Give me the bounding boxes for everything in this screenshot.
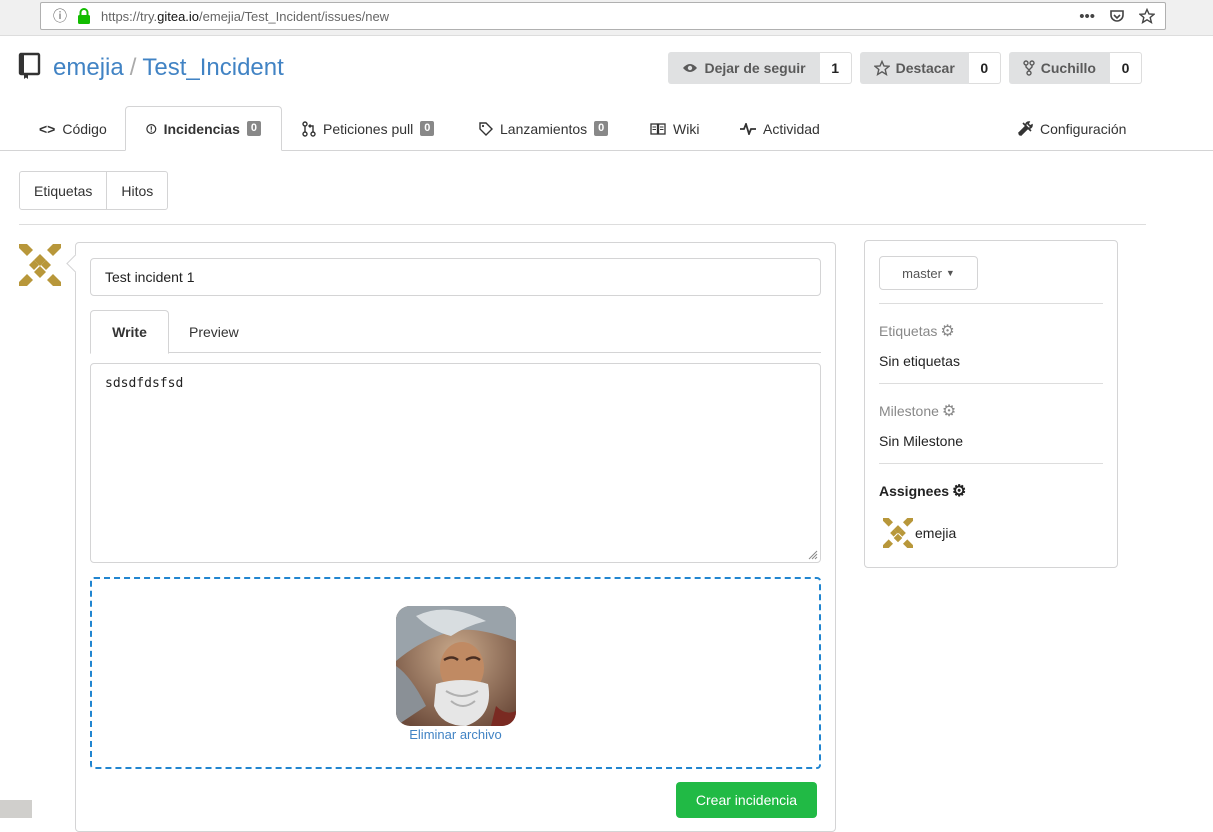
sidebar-divider — [879, 463, 1103, 464]
labels-value: Sin etiquetas — [879, 353, 960, 369]
star-count[interactable]: 0 — [968, 52, 1001, 84]
book-icon — [650, 122, 666, 135]
tab-code-label: Código — [62, 120, 107, 137]
watch-count[interactable]: 1 — [819, 52, 852, 84]
lock-icon — [78, 8, 90, 24]
pull-request-icon — [302, 120, 316, 137]
attachment-thumbnail[interactable] — [396, 606, 516, 726]
issues-count-badge: 0 — [246, 121, 261, 136]
preview-tab[interactable]: Preview — [189, 310, 239, 353]
user-avatar — [19, 244, 61, 286]
issue-body-textarea[interactable]: sdsdfdsfsd — [90, 363, 821, 563]
issue-title-input[interactable] — [90, 258, 821, 296]
pulse-icon — [740, 122, 756, 135]
labels-heading[interactable]: Etiquetas ⚙ — [879, 321, 955, 341]
milestone-value: Sin Milestone — [879, 433, 964, 449]
corner-block — [0, 800, 32, 818]
address-bar[interactable]: ⓘ https://try.gitea.io/emejia/Test_Incid… — [40, 2, 1166, 30]
assignees-heading-text: Assignees — [879, 483, 950, 499]
gear-icon[interactable]: ⚙ — [952, 481, 966, 501]
create-issue-button[interactable]: Crear incidencia — [676, 782, 817, 818]
milestones-button[interactable]: Hitos — [106, 172, 167, 209]
assignee-avatar — [883, 518, 913, 548]
tab-wiki[interactable]: Wiki — [650, 106, 699, 151]
tab-settings[interactable]: Configuración — [1017, 106, 1126, 151]
resize-handle-icon[interactable] — [806, 548, 818, 560]
star-button[interactable]: Destacar 0 — [859, 52, 1001, 84]
repo-tabs: <> Código Incidencias 0 Peticiones pull … — [0, 106, 1213, 151]
watch-button[interactable]: Dejar de seguir 1 — [668, 52, 852, 84]
milestone-heading[interactable]: Milestone ⚙ — [879, 401, 956, 421]
assignees-heading[interactable]: Assignees ⚙ — [879, 481, 966, 501]
branch-selector[interactable]: master ▼ — [879, 256, 978, 290]
repo-title-separator: / — [129, 54, 137, 81]
star-label: Destacar — [895, 60, 955, 76]
tag-icon — [479, 121, 493, 136]
eye-icon — [683, 64, 698, 72]
tab-wiki-label: Wiki — [673, 120, 700, 137]
tools-icon — [1017, 120, 1033, 136]
section-divider — [19, 224, 1146, 225]
new-issue-form: Write Preview sdsdfdsfsd Eliminar archiv… — [75, 242, 836, 832]
remove-file-link[interactable]: Eliminar archivo — [92, 727, 819, 742]
repo-owner-link[interactable]: emejia — [53, 54, 124, 81]
attachment-dropzone[interactable]: Eliminar archivo — [90, 577, 821, 769]
page-actions-icon[interactable]: ••• — [1079, 8, 1095, 25]
assignee-item[interactable]: emejia — [883, 518, 956, 548]
tab-releases[interactable]: Lanzamientos 0 — [479, 106, 609, 151]
fork-button[interactable]: Cuchillo 0 — [1008, 52, 1142, 84]
tab-pull-requests[interactable]: Peticiones pull 0 — [302, 106, 435, 151]
bookmark-star-icon[interactable] — [1139, 8, 1155, 24]
sidebar-divider — [879, 383, 1103, 384]
labels-button[interactable]: Etiquetas — [20, 172, 106, 209]
milestone-heading-text: Milestone — [879, 403, 939, 419]
watch-label: Dejar de seguir — [704, 60, 806, 76]
gear-icon[interactable]: ⚙ — [942, 401, 956, 421]
repo-header: emejia / Test_Incident Dejar de seguir 1 D… — [0, 36, 1213, 106]
assignee-name: emejia — [915, 525, 957, 541]
caret-down-icon: ▼ — [945, 268, 955, 278]
editor-tabs: Write Preview — [90, 310, 821, 354]
star-icon — [873, 60, 890, 76]
fork-count[interactable]: 0 — [1110, 52, 1142, 84]
write-tab[interactable]: Write — [90, 310, 169, 354]
tab-pulls-label: Peticiones pull — [323, 120, 414, 137]
url-text: https://try.gitea.io/emejia/Test_Inciden… — [101, 8, 390, 24]
pulls-count-badge: 0 — [420, 121, 435, 136]
releases-count-badge: 0 — [594, 121, 609, 136]
issue-sidebar: master ▼ Etiquetas ⚙ Sin etiquetas Miles… — [864, 240, 1118, 568]
branch-label: master — [902, 265, 942, 281]
gear-icon[interactable]: ⚙ — [940, 321, 954, 341]
tab-releases-label: Lanzamientos — [500, 120, 588, 137]
browser-toolbar: ⓘ https://try.gitea.io/emejia/Test_Incid… — [0, 0, 1213, 36]
tab-issues[interactable]: Incidencias 0 — [125, 106, 282, 151]
info-icon[interactable]: ⓘ — [49, 6, 71, 26]
sidebar-divider — [879, 303, 1103, 304]
fork-label: Cuchillo — [1040, 60, 1096, 76]
labels-heading-text: Etiquetas — [879, 323, 938, 339]
tab-activity[interactable]: Actividad — [740, 106, 820, 151]
code-icon: <> — [39, 120, 56, 137]
tab-settings-label: Configuración — [1040, 120, 1127, 137]
repo-name-link[interactable]: Test_Incident — [142, 54, 283, 81]
labels-milestones-group: Etiquetas Hitos — [19, 171, 169, 210]
pocket-icon[interactable] — [1109, 8, 1125, 24]
issue-opened-icon — [146, 123, 157, 134]
repo-book-icon — [18, 52, 41, 79]
issue-body-text: sdsdfdsfsd — [105, 376, 184, 391]
tab-issues-label: Incidencias — [163, 120, 240, 137]
repo-title: emejia / Test_Incident — [53, 54, 284, 82]
tab-activity-label: Actividad — [763, 120, 820, 137]
tab-code[interactable]: <> Código — [39, 106, 107, 151]
fork-icon — [1023, 60, 1035, 76]
